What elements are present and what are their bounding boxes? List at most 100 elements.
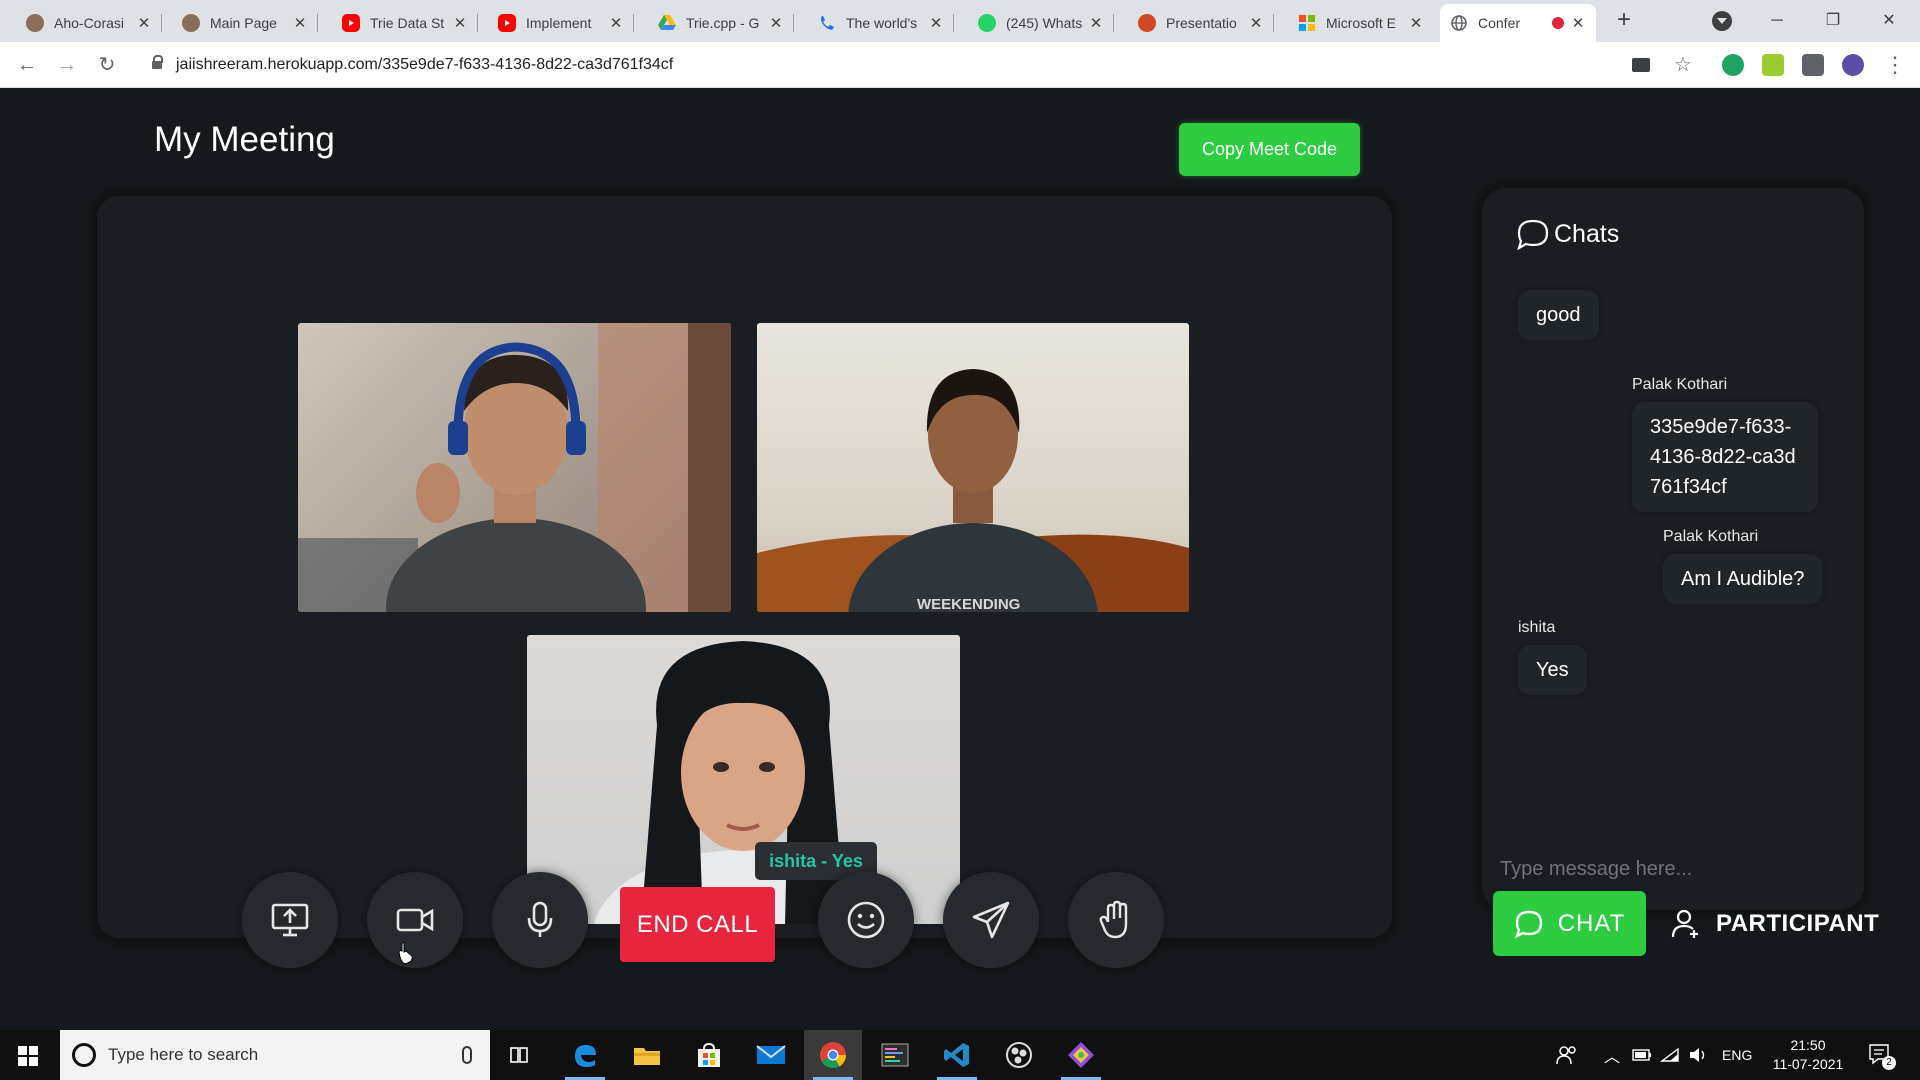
forward-icon[interactable]: → (52, 50, 82, 80)
browser-tab[interactable]: Aho-Corasi ✕ (16, 4, 162, 42)
show-hidden-icons-chevron-icon[interactable]: ︿ (1604, 1030, 1620, 1080)
share-screen-button[interactable] (242, 872, 338, 968)
mouse-cursor-icon (398, 942, 413, 965)
camera-in-use-icon[interactable] (1632, 58, 1650, 72)
browser-tab[interactable]: Implement ✕ (488, 4, 634, 42)
people-icon[interactable] (1556, 1030, 1578, 1080)
grammarly-extension-icon[interactable] (1722, 54, 1744, 76)
reload-icon[interactable]: ↻ (92, 50, 122, 80)
restore-button[interactable]: ❐ (1810, 6, 1856, 36)
chat-button-label: CHAT (1557, 909, 1626, 937)
minimize-button[interactable]: ─ (1754, 6, 1800, 36)
obs-studio-icon[interactable] (990, 1030, 1048, 1080)
code-editor-icon[interactable] (866, 1030, 924, 1080)
close-tab-icon[interactable]: ✕ (1570, 14, 1586, 32)
close-tab-icon[interactable]: ✕ (608, 14, 624, 32)
vscode-icon[interactable] (928, 1030, 986, 1080)
close-tab-icon[interactable]: ✕ (136, 14, 152, 32)
browser-menu-icon[interactable]: ⋮ (1880, 50, 1910, 80)
extension-icon[interactable] (1762, 54, 1784, 76)
lock-icon (152, 55, 163, 69)
browser-tab[interactable]: Main Page ✕ (172, 4, 318, 42)
avatar-favicon-icon (182, 14, 200, 32)
camera-toggle-button[interactable] (367, 872, 463, 968)
close-tab-icon[interactable]: ✕ (1248, 14, 1264, 32)
file-explorer-icon[interactable] (618, 1030, 676, 1080)
drive-favicon-icon (658, 14, 676, 32)
taskbar-search[interactable]: Type here to search (60, 1030, 490, 1080)
meeting-app: My Meeting Copy Meet Code WEEKENDING ish… (0, 88, 1920, 1030)
wifi-icon[interactable] (1660, 1030, 1680, 1080)
powerpoint-favicon-icon (1138, 14, 1156, 32)
globe-favicon-icon (1450, 14, 1468, 32)
bookmark-star-icon[interactable]: ☆ (1668, 50, 1698, 80)
chat-bubble-icon (1517, 219, 1549, 250)
paper-plane-icon (972, 901, 1010, 939)
tab-title: Implement (526, 15, 592, 31)
video-camera-icon (396, 908, 434, 932)
close-tab-icon[interactable]: ✕ (768, 14, 784, 32)
chat-message-sender: Palak Kothari (1632, 376, 1728, 393)
browser-tab[interactable]: Trie Data St ✕ (332, 4, 478, 42)
notification-center-icon[interactable]: 2 (1868, 1030, 1896, 1080)
url-text: jaiishreeram.herokuapp.com/335e9de7-f633… (176, 56, 674, 73)
browser-tab[interactable]: Presentatio ✕ (1128, 4, 1274, 42)
system-clock[interactable]: 21:50 11-07-2021 (1768, 1036, 1848, 1074)
battery-icon[interactable] (1632, 1030, 1652, 1080)
puzzle-extensions-icon[interactable] (1802, 54, 1824, 76)
close-tab-icon[interactable]: ✕ (452, 14, 468, 32)
microphone-toggle-button[interactable] (492, 872, 588, 968)
microsoft-store-icon[interactable] (680, 1030, 738, 1080)
hand-icon (1099, 900, 1128, 939)
profile-avatar-icon[interactable] (1842, 54, 1864, 76)
tab-search-icon[interactable] (1712, 11, 1732, 31)
edge-browser-icon[interactable] (556, 1030, 614, 1080)
close-tab-icon[interactable]: ✕ (1088, 14, 1104, 32)
close-tab-icon[interactable]: ✕ (928, 14, 944, 32)
participant-toggle-button[interactable]: PARTICIPANT (1670, 891, 1890, 956)
tab-title: Trie.cpp - G (686, 15, 760, 31)
browser-tab[interactable]: The world's ✕ (808, 4, 954, 42)
tab-title: The world's (846, 15, 918, 31)
tab-title: Microsoft E (1326, 15, 1397, 31)
video-grid: WEEKENDING (97, 196, 1392, 938)
chat-message-input[interactable] (1494, 850, 1844, 888)
microphone-icon (527, 901, 553, 937)
windows-start-icon[interactable] (18, 1046, 38, 1066)
close-tab-icon[interactable]: ✕ (1408, 14, 1424, 32)
chat-bubble-icon (1514, 910, 1542, 938)
send-button[interactable] (943, 872, 1039, 968)
browser-tab[interactable]: Microsoft E ✕ (1288, 4, 1434, 42)
taskbar-search-placeholder: Type here to search (108, 1045, 259, 1064)
youtube-favicon-icon (342, 14, 360, 32)
new-tab-button[interactable]: + (1611, 8, 1637, 34)
mail-icon[interactable] (742, 1030, 800, 1080)
chat-toggle-button[interactable]: CHAT (1493, 891, 1646, 956)
end-call-button[interactable]: END CALL (620, 887, 775, 962)
chat-header: Chats (1516, 218, 1619, 250)
copy-meet-code-button[interactable]: Copy Meet Code (1179, 123, 1360, 176)
task-view-icon[interactable] (490, 1030, 548, 1080)
chrome-icon[interactable] (804, 1030, 862, 1080)
emoji-reaction-button[interactable] (818, 872, 914, 968)
browser-tab-active[interactable]: Confer ✕ (1440, 4, 1596, 42)
microsoft-favicon-icon (1298, 14, 1316, 32)
raise-hand-button[interactable] (1068, 872, 1164, 968)
browser-tab[interactable]: Trie.cpp - G ✕ (648, 4, 794, 42)
participant-video: WEEKENDING (757, 323, 1189, 612)
microphone-icon[interactable] (462, 1046, 472, 1064)
git-kraken-icon[interactable] (1052, 1030, 1110, 1080)
language-indicator[interactable]: ENG (1722, 1030, 1752, 1080)
url-bar[interactable]: jaiishreeram.herokuapp.com/335e9de7-f633… (138, 48, 1638, 82)
close-window-button[interactable]: ✕ (1866, 6, 1912, 36)
volume-icon[interactable] (1688, 1030, 1708, 1080)
chat-title: Chats (1554, 219, 1620, 248)
back-icon[interactable]: ← (12, 50, 42, 80)
clock-time: 21:50 (1790, 1037, 1826, 1053)
participant-video-image: WEEKENDING (757, 369, 1189, 612)
browser-tab[interactable]: (245) Whats ✕ (968, 4, 1114, 42)
notification-count-badge: 2 (1882, 1056, 1896, 1070)
add-user-icon (1671, 909, 1698, 938)
close-tab-icon[interactable]: ✕ (292, 14, 308, 32)
chat-panel: Chats good Palak Kothari 335e9de7-f633-4… (1482, 188, 1864, 910)
